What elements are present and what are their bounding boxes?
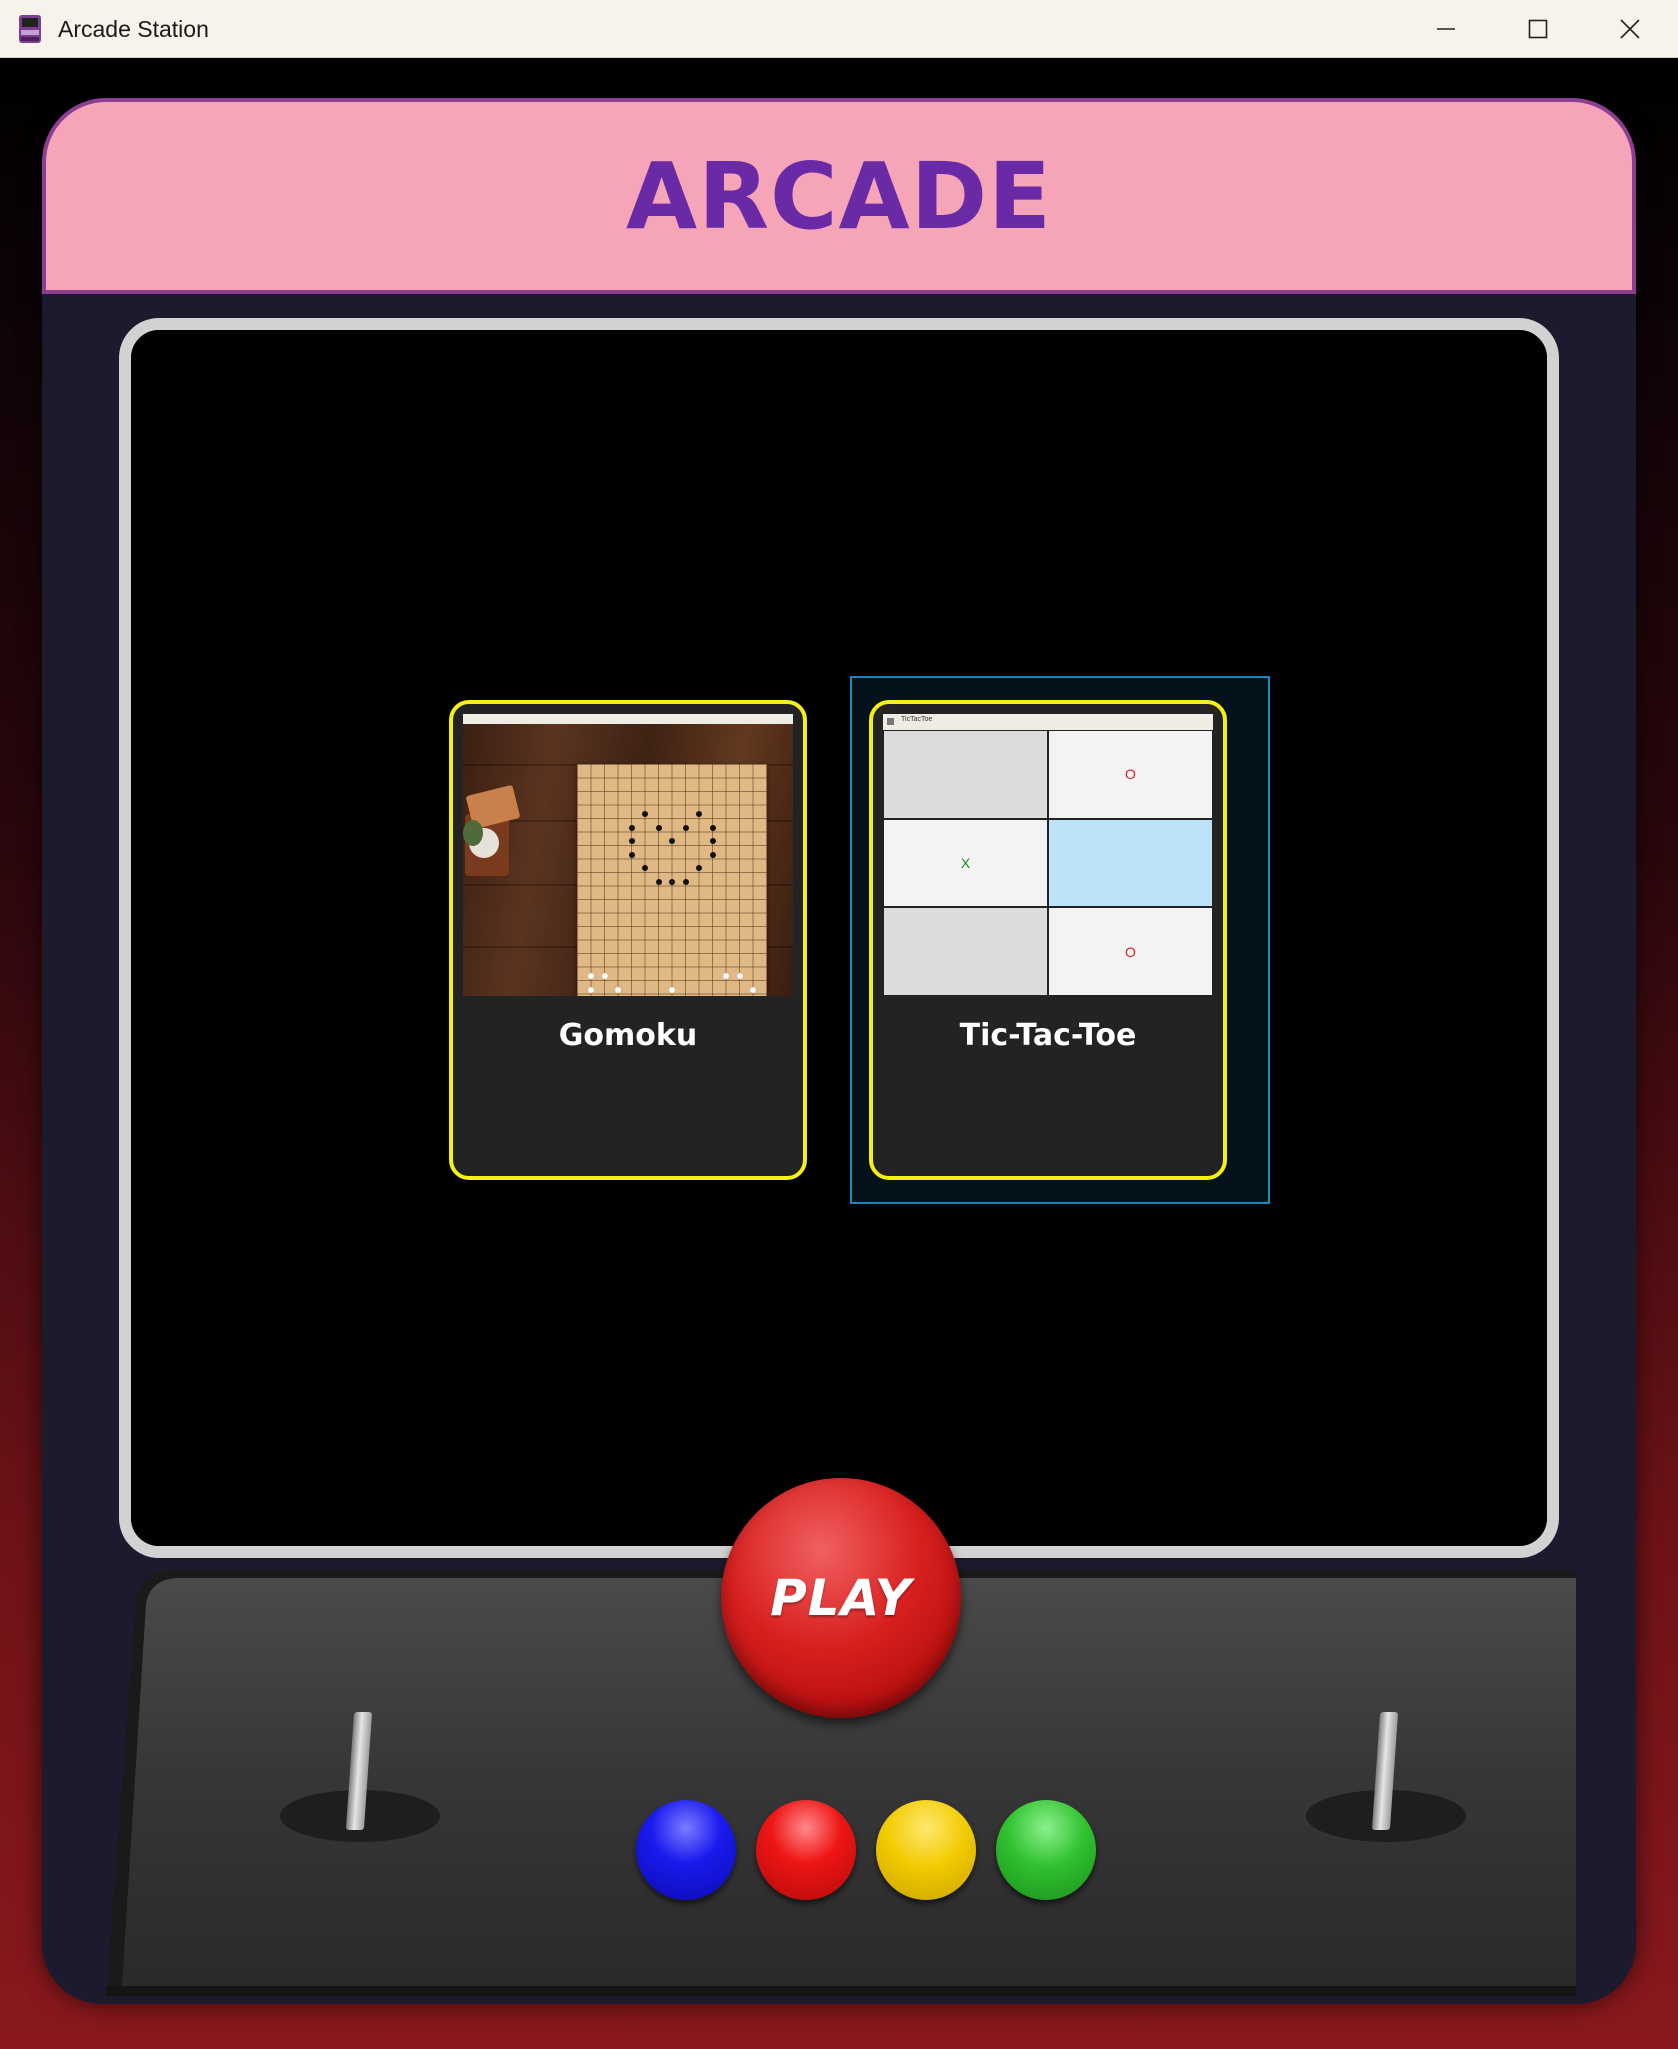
gomoku-thumbnail <box>463 714 793 996</box>
maximize-button[interactable] <box>1492 0 1584 58</box>
window-title: Arcade Station <box>58 16 209 42</box>
game-card-gomoku[interactable]: Gomoku <box>449 700 807 1180</box>
minimize-button[interactable] <box>1400 0 1492 58</box>
yellow-button[interactable] <box>876 1800 976 1900</box>
gomoku-board <box>577 764 767 996</box>
left-joystick[interactable] <box>280 1712 440 1842</box>
game-screen: Gomoku TicTacToe O X O Tic-Tac-Toe <box>131 330 1547 1546</box>
ttt-cell: O <box>1049 908 1212 995</box>
window-titlebar: Arcade Station <box>0 0 1678 58</box>
play-label: PLAY <box>770 1569 912 1627</box>
close-button[interactable] <box>1584 0 1676 58</box>
ttt-cell <box>1049 819 1212 907</box>
ttt-cell <box>884 731 1047 818</box>
game-card-tic-tac-toe[interactable]: TicTacToe O X O Tic-Tac-Toe <box>869 700 1227 1180</box>
thumbnail-titlebar: TicTacToe <box>883 714 1213 730</box>
arcade-cabinet-icon <box>19 15 41 43</box>
blue-button[interactable] <box>636 1800 736 1900</box>
thumbnail-titlebar <box>463 714 793 724</box>
ttt-cell: X <box>884 819 1047 907</box>
right-joystick[interactable] <box>1306 1712 1466 1842</box>
screen-bezel: Gomoku TicTacToe O X O Tic-Tac-Toe <box>119 318 1559 1558</box>
tic-tac-toe-grid: O X O <box>883 730 1213 996</box>
red-button[interactable] <box>756 1800 856 1900</box>
marquee: ARCADE <box>42 98 1636 294</box>
green-button[interactable] <box>996 1800 1096 1900</box>
maximize-icon <box>1528 19 1548 39</box>
marquee-title: ARCADE <box>626 142 1052 250</box>
plant <box>463 820 483 846</box>
app-icon <box>887 718 894 725</box>
play-button[interactable]: PLAY <box>721 1478 961 1718</box>
game-title-tic-tac-toe: Tic-Tac-Toe <box>959 1018 1137 1053</box>
ttt-cell <box>884 908 1047 995</box>
game-title-gomoku: Gomoku <box>558 1018 698 1053</box>
tic-tac-toe-thumbnail: TicTacToe O X O <box>883 714 1213 996</box>
thumbnail-title: TicTacToe <box>901 716 933 723</box>
ttt-cell: O <box>1049 731 1212 818</box>
close-icon <box>1620 19 1640 39</box>
wooden-table <box>463 724 793 996</box>
minimize-icon <box>1437 28 1455 30</box>
